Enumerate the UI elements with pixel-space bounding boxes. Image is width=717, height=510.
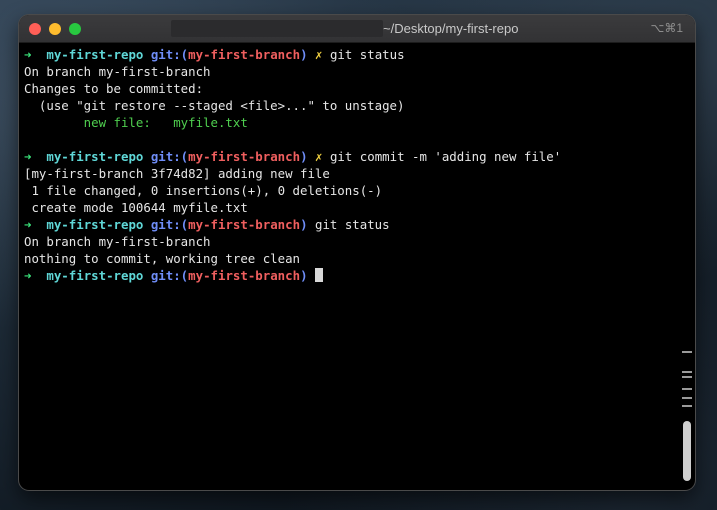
output-line: (use "git restore --staged <file>..." to…: [24, 98, 405, 113]
dirty-indicator: ✗: [315, 47, 323, 62]
output-line: 1 file changed, 0 insertions(+), 0 delet…: [24, 183, 383, 198]
git-label: git:(: [150, 217, 189, 232]
scroll-marker: [682, 351, 692, 353]
prompt-line: ➜ my-first-repo git:(my-first-branch) gi…: [24, 216, 675, 233]
repo-name: my-first-repo: [46, 217, 144, 232]
zoom-button[interactable]: [69, 23, 81, 35]
scroll-marker: [682, 405, 692, 407]
output-line: create mode 100644 myfile.txt: [24, 200, 248, 215]
repo-name: my-first-repo: [46, 149, 144, 164]
branch-name: my-first-branch: [188, 149, 301, 164]
branch-name: my-first-branch: [188, 268, 301, 283]
output-line: nothing to commit, working tree clean: [24, 251, 301, 266]
window-title: ~/Desktop/my-first-repo: [383, 21, 519, 36]
output-line: [my-first-branch 3f74d82] adding new fil…: [24, 166, 330, 181]
repo-name: my-first-repo: [46, 47, 144, 62]
scroll-marker: [682, 376, 692, 378]
text-cursor[interactable]: [315, 268, 323, 282]
prompt-arrow: ➜: [24, 217, 32, 232]
redacted-title-region: [171, 20, 383, 37]
active-prompt-line[interactable]: ➜ my-first-repo git:(my-first-branch): [24, 267, 675, 284]
branch-name: my-first-branch: [188, 47, 301, 62]
prompt-arrow: ➜: [24, 149, 32, 164]
title-bar[interactable]: ~/Desktop/my-first-repo ⌥⌘1: [19, 15, 695, 43]
prompt-line: ➜ my-first-repo git:(my-first-branch) ✗ …: [24, 148, 675, 165]
command-text: git status: [315, 217, 390, 232]
command-text: git status: [329, 47, 405, 62]
git-label-close: ): [300, 217, 308, 232]
git-label: git:(: [150, 149, 189, 164]
dirty-indicator: ✗: [315, 149, 323, 164]
command-text: git commit -m 'adding new file': [329, 149, 562, 164]
git-label-close: ): [300, 149, 308, 164]
scroll-marker: [682, 397, 692, 399]
output-line: On branch my-first-branch: [24, 234, 211, 249]
git-label-close: ): [300, 47, 308, 62]
minimize-button[interactable]: [49, 23, 61, 35]
git-label-close: ): [300, 268, 308, 283]
terminal-output[interactable]: ➜ my-first-repo git:(my-first-branch) ✗ …: [24, 46, 675, 284]
terminal-window[interactable]: ~/Desktop/my-first-repo ⌥⌘1 ➜ my-first-r…: [19, 15, 695, 490]
staged-file-line: new file: myfile.txt: [24, 115, 248, 130]
git-label: git:(: [150, 268, 189, 283]
prompt-arrow: ➜: [24, 268, 32, 283]
repo-name: my-first-repo: [46, 268, 144, 283]
prompt-arrow: ➜: [24, 47, 32, 62]
branch-name: my-first-branch: [188, 217, 301, 232]
scroll-marker: [682, 388, 692, 390]
output-line: On branch my-first-branch: [24, 64, 211, 79]
git-label: git:(: [150, 47, 189, 62]
scroll-marker: [682, 371, 692, 373]
close-button[interactable]: [29, 23, 41, 35]
window-shortcut: ⌥⌘1: [650, 21, 683, 35]
prompt-line: ➜ my-first-repo git:(my-first-branch) ✗ …: [24, 46, 675, 63]
scrollbar[interactable]: [682, 351, 692, 483]
scrollbar-thumb[interactable]: [683, 421, 691, 481]
output-line: Changes to be committed:: [24, 81, 204, 96]
